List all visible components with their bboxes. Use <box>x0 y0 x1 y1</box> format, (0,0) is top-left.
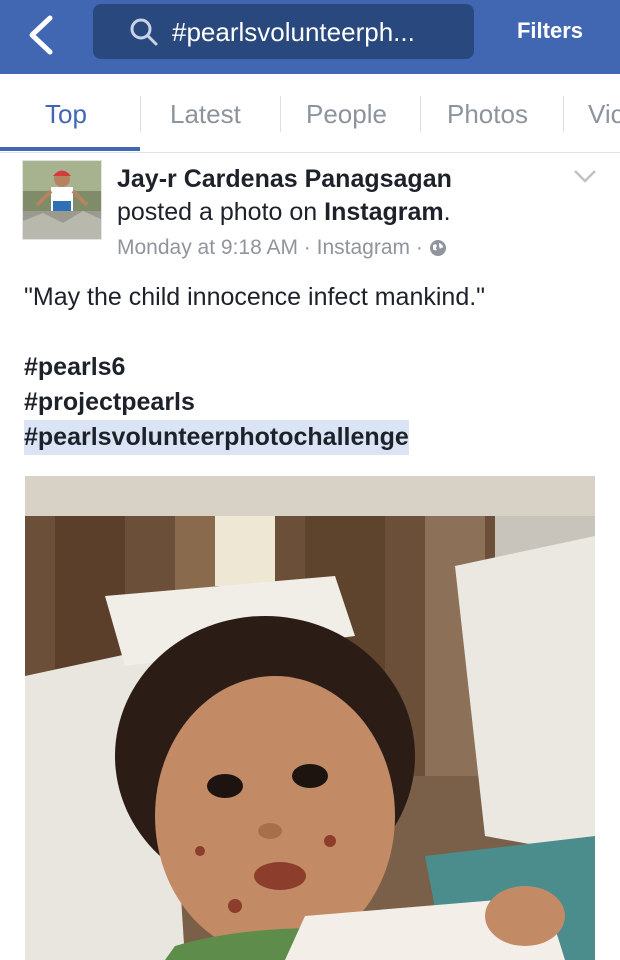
tab-divider <box>563 96 564 132</box>
search-icon <box>130 18 158 46</box>
meta-separator: · <box>297 236 317 259</box>
tab-top[interactable]: Top <box>45 96 87 132</box>
tab-latest[interactable]: Latest <box>170 96 241 132</box>
post-source: Instagram <box>316 236 410 259</box>
globe-icon <box>429 240 446 256</box>
chevron-down-icon[interactable] <box>572 166 598 186</box>
hashtag-link[interactable]: #pearls6 <box>24 350 604 385</box>
post-timestamp[interactable]: Monday at 9:18 AM <box>117 236 298 259</box>
child-photo-illustration <box>25 476 595 960</box>
avatar[interactable] <box>22 160 102 240</box>
tab-divider <box>140 96 141 132</box>
back-button[interactable] <box>22 10 66 60</box>
tab-photos[interactable]: Photos <box>447 96 528 132</box>
tab-divider <box>420 96 421 132</box>
search-input[interactable]: #pearlsvolunteerph... <box>93 4 474 59</box>
search-tabs: Top Latest People Photos Vic <box>0 74 620 153</box>
tab-videos[interactable]: Vic <box>588 96 620 132</box>
post-photo[interactable] <box>25 476 595 960</box>
meta-separator: · <box>410 236 429 259</box>
action-text: posted a photo on <box>117 198 325 226</box>
action-suffix: . <box>443 198 451 226</box>
action-platform[interactable]: Instagram <box>324 198 443 226</box>
hashtag-link-highlighted[interactable]: #pearlsvolunteerphotochallenge <box>24 420 409 455</box>
top-bar: #pearlsvolunteerph... Filters <box>0 0 620 74</box>
active-tab-indicator <box>0 147 140 151</box>
avatar-photo <box>23 161 101 239</box>
tab-divider <box>280 96 281 132</box>
post-quote: "May the child innocence infect mankind.… <box>24 283 486 311</box>
post-meta: Monday at 9:18 AM · Instagram · <box>117 234 447 262</box>
search-query: #pearlsvolunteerph... <box>172 17 415 47</box>
tab-people[interactable]: People <box>306 96 387 132</box>
hashtag-link[interactable]: #projectpearls <box>24 385 604 420</box>
post-action: posted a photo on Instagram. <box>117 197 451 227</box>
post-body: "May the child innocence infect mankind.… <box>24 280 604 455</box>
chevron-left-icon <box>29 15 53 55</box>
filters-button[interactable]: Filters <box>500 16 600 46</box>
post-author[interactable]: Jay-r Cardenas Panagsagan <box>117 164 452 194</box>
